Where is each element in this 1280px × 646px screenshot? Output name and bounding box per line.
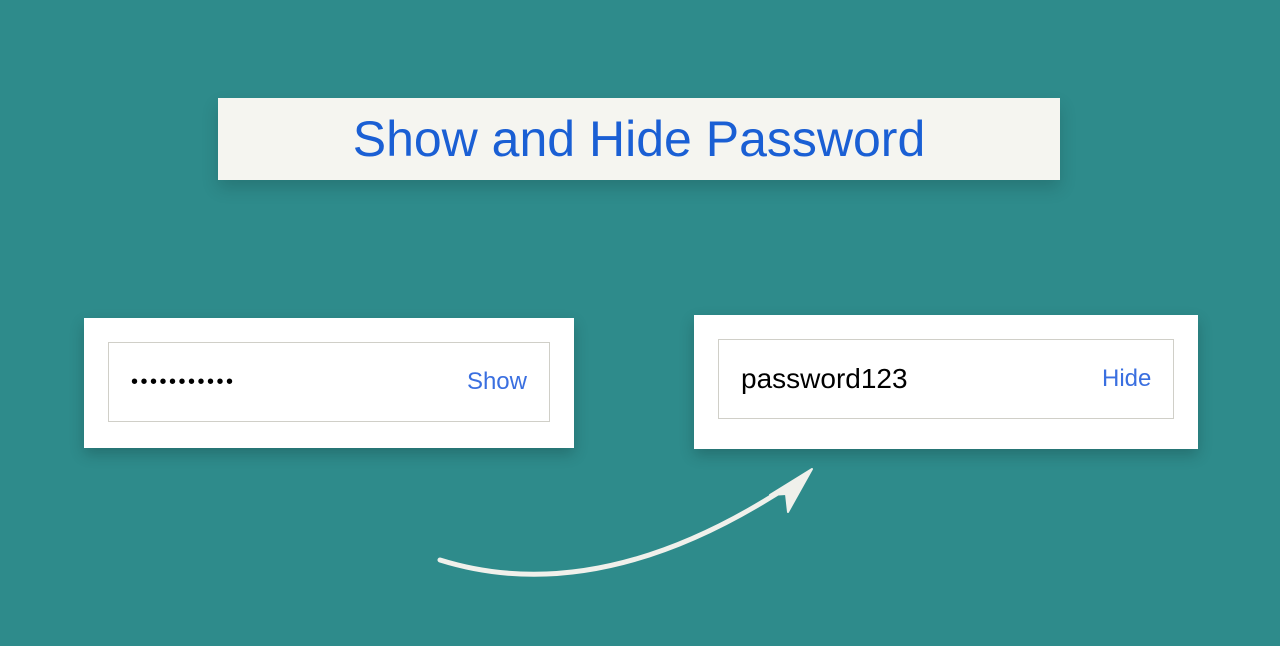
- password-input-row-masked: ••••••••••• Show: [108, 342, 550, 422]
- hide-toggle-button[interactable]: Hide: [1102, 365, 1151, 393]
- page-title: Show and Hide Password: [353, 110, 926, 168]
- show-toggle-button[interactable]: Show: [467, 368, 527, 396]
- title-banner: Show and Hide Password: [218, 98, 1060, 180]
- password-input-visible[interactable]: [741, 363, 1102, 395]
- arrow-icon: [420, 450, 840, 600]
- password-card-visible: Hide: [694, 315, 1198, 449]
- password-input-row-visible: Hide: [718, 339, 1174, 419]
- password-card-masked: ••••••••••• Show: [84, 318, 574, 448]
- password-input-masked[interactable]: •••••••••••: [131, 371, 236, 394]
